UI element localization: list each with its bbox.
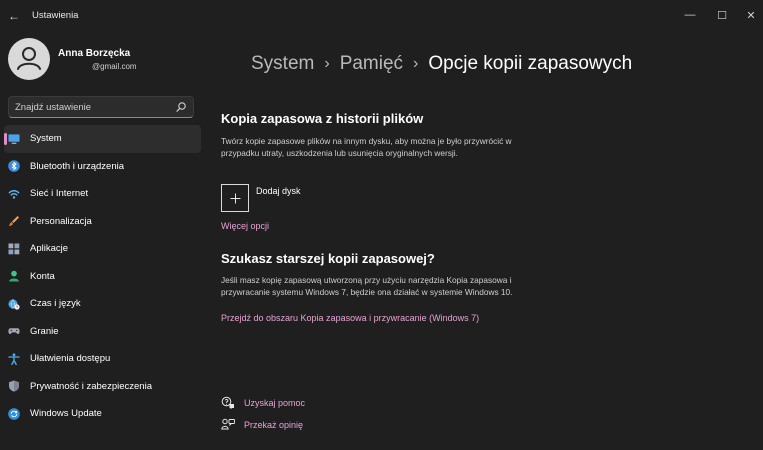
older-backup-description: Jeśli masz kopię zapasową utworzoną przy… [221,275,513,297]
breadcrumb-item-storage[interactable]: Pamięć [340,53,403,75]
user-name: Anna Borzęcka [58,48,131,59]
help-chat-icon [221,396,235,410]
search-box[interactable] [8,96,194,118]
app-title: Ustawienia [32,10,79,21]
globe-clock-icon [8,298,20,310]
user-email: @gmail.com [92,62,137,71]
update-icon [8,407,20,420]
search-input[interactable] [15,100,175,114]
minimize-button[interactable]: — [678,4,702,26]
shield-icon [8,380,20,392]
get-help-row[interactable]: Uzyskaj pomoc [221,396,305,410]
file-history-heading: Kopia zapasowa z historii plików [221,111,424,126]
person-icon [8,270,20,282]
sidebar-item-apps[interactable]: Aplikacje [0,235,202,263]
sidebar-item-label: Sieć i Internet [30,188,89,200]
sidebar-nav: System Bluetooth i urządzenia Sieć i Int… [0,125,202,428]
feedback-icon [221,418,235,432]
sidebar-item-label: Czas i język [30,298,81,310]
gamepad-icon [8,325,20,337]
accessibility-icon [8,353,20,365]
sidebar-item-label: Aplikacje [30,243,69,255]
breadcrumb: System › Pamięć › Opcje kopii zapasowych [251,53,632,75]
sidebar-item-bluetooth[interactable]: Bluetooth i urządzenia [0,153,202,181]
get-help-link[interactable]: Uzyskaj pomoc [244,398,305,408]
sidebar-item-label: Prywatność i zabezpieczenia [30,380,152,392]
sidebar-item-label: Granie [30,325,59,337]
sidebar-item-personalization[interactable]: Personalizacja [0,208,202,236]
apps-icon [8,243,20,255]
title-bar: ← Ustawienia — ☐ ✕ [0,0,763,32]
sidebar-item-label: Konta [30,270,55,282]
brush-icon [8,215,20,227]
sidebar-item-windows-update[interactable]: Windows Update [0,400,202,428]
avatar[interactable] [8,38,50,80]
back-arrow-icon[interactable]: ← [8,9,22,23]
sidebar-item-gaming[interactable]: Granie [0,318,202,346]
close-button[interactable]: ✕ [739,4,763,26]
sidebar-item-label: Windows Update [30,408,102,420]
chevron-right-icon: › [413,55,419,72]
wifi-icon [8,188,20,200]
maximize-button[interactable]: ☐ [710,4,734,26]
person-avatar-icon [17,47,41,70]
sidebar-item-system[interactable]: System [4,125,201,153]
sidebar-item-label: System [30,133,62,145]
active-indicator [4,133,7,145]
file-history-description: Twórz kopie zapasowe plików na innym dys… [221,136,512,158]
add-drive-label[interactable]: Dodaj dysk [256,186,301,196]
sidebar-item-privacy[interactable]: Prywatność i zabezpieczenia [0,373,202,401]
sidebar-item-label: Ułatwienia dostępu [30,353,111,365]
backup-restore-win7-link[interactable]: Przejdź do obszaru Kopia zapasowa i przy… [221,313,479,323]
older-backup-heading: Szukasz starszej kopii zapasowej? [221,251,435,266]
sidebar-item-time-language[interactable]: Czas i język [0,290,202,318]
sidebar-item-accounts[interactable]: Konta [0,263,202,291]
search-icon[interactable] [175,101,187,113]
more-options-link[interactable]: Więcej opcji [221,221,269,231]
feedback-link[interactable]: Przekaż opinię [244,420,303,430]
sidebar-item-label: Bluetooth i urządzenia [30,160,125,172]
bluetooth-icon [8,160,20,173]
feedback-row[interactable]: Przekaż opinię [221,418,303,432]
page-title: Opcje kopii zapasowych [428,53,633,74]
sidebar-item-accessibility[interactable]: Ułatwienia dostępu [0,345,202,373]
monitor-icon [8,133,20,145]
breadcrumb-item-system[interactable]: System [251,53,314,75]
sidebar-item-label: Personalizacja [30,215,92,227]
add-drive-button[interactable] [221,184,249,212]
chevron-right-icon: › [324,55,330,72]
plus-icon [230,193,240,203]
sidebar-item-network[interactable]: Sieć i Internet [0,180,202,208]
